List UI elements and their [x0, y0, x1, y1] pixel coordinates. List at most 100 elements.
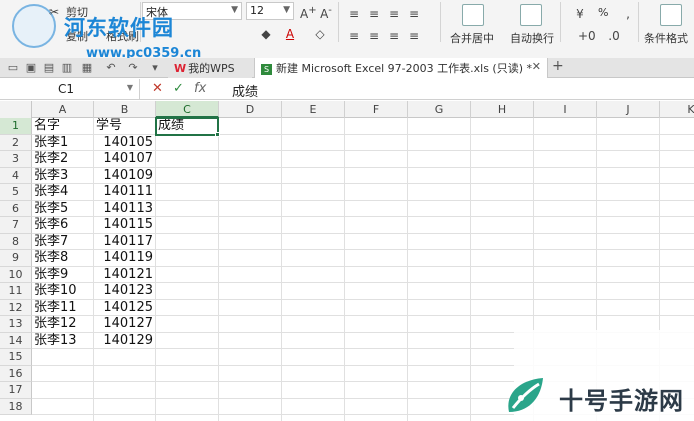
cell-a2[interactable]: 张李1 [34, 135, 91, 151]
export-pdf-icon[interactable]: ▦ [80, 61, 94, 74]
align-right-icon[interactable]: ≡ [386, 28, 402, 44]
row-header-8[interactable]: 8 [0, 233, 32, 250]
font-shrink-icon[interactable]: A- [318, 3, 334, 22]
select-all-corner[interactable] [0, 101, 32, 118]
cell-b3[interactable]: 140107 [96, 151, 153, 167]
row-header-16[interactable]: 16 [0, 365, 32, 382]
customize-toolbar-icon[interactable]: ▾ [148, 61, 162, 74]
new-tab-icon[interactable]: + [552, 58, 564, 74]
indent-icon[interactable]: ≡ [406, 6, 422, 22]
row-header-7[interactable]: 7 [0, 217, 32, 234]
merge-center-icon[interactable] [462, 4, 484, 26]
row-header-1[interactable]: 1 [0, 118, 32, 135]
currency-icon[interactable]: ¥ [572, 6, 588, 22]
column-header-f[interactable]: F [345, 101, 408, 118]
align-top-icon[interactable]: ≡ [346, 6, 362, 22]
align-left-icon[interactable]: ≡ [346, 28, 362, 44]
row-header-5[interactable]: 5 [0, 184, 32, 201]
column-header-i[interactable]: I [534, 101, 597, 118]
cell-b13[interactable]: 140127 [96, 316, 153, 332]
cell-a5[interactable]: 张李4 [34, 184, 91, 200]
cell-a12[interactable]: 张李11 [34, 300, 91, 316]
close-tab-icon[interactable]: ✕ [532, 60, 541, 73]
align-bottom-icon[interactable]: ≡ [386, 6, 402, 22]
column-header-a[interactable]: A [32, 101, 94, 118]
row-header-2[interactable]: 2 [0, 134, 32, 151]
fill-handle[interactable] [215, 131, 220, 137]
decrease-decimal-icon[interactable]: .0 [606, 28, 622, 44]
cell-b9[interactable]: 140119 [96, 250, 153, 266]
save-icon[interactable]: ▣ [24, 61, 38, 74]
cell-a6[interactable]: 张李5 [34, 201, 91, 217]
print-preview-icon[interactable]: ▥ [60, 61, 74, 74]
redo-icon[interactable]: ↷ [126, 61, 140, 74]
cell-b1[interactable]: 学号 [96, 118, 153, 134]
cell-b2[interactable]: 140105 [96, 135, 153, 151]
column-header-g[interactable]: G [408, 101, 471, 118]
row-header-18[interactable]: 18 [0, 398, 32, 415]
increase-decimal-icon[interactable]: +0 [578, 28, 596, 44]
font-size-select[interactable]: 12 ▼ [246, 2, 294, 20]
cell-a10[interactable]: 张李9 [34, 267, 91, 283]
cell-a4[interactable]: 张李3 [34, 168, 91, 184]
tab-my-wps[interactable]: W 我的WPS [168, 58, 252, 78]
cell-a11[interactable]: 张李10 [34, 283, 91, 299]
row-header-9[interactable]: 9 [0, 250, 32, 267]
row-header-3[interactable]: 3 [0, 151, 32, 168]
column-header-j[interactable]: J [597, 101, 660, 118]
row-header-10[interactable]: 10 [0, 266, 32, 283]
column-header-h[interactable]: H [471, 101, 534, 118]
percent-button[interactable]: % [598, 6, 608, 19]
column-header-c[interactable]: C [156, 101, 219, 118]
conditional-format-icon[interactable] [660, 4, 682, 26]
cell-b7[interactable]: 140115 [96, 217, 153, 233]
comma-style-icon[interactable]: , [620, 6, 636, 22]
clear-format-icon[interactable]: ◇ [312, 26, 328, 42]
print-icon[interactable]: ▤ [42, 61, 56, 74]
row-header-12[interactable]: 12 [0, 299, 32, 316]
cell-b6[interactable]: 140113 [96, 201, 153, 217]
cell-b5[interactable]: 140111 [96, 184, 153, 200]
cell-a13[interactable]: 张李12 [34, 316, 91, 332]
cell-a14[interactable]: 张李13 [34, 333, 91, 349]
cell-a7[interactable]: 张李6 [34, 217, 91, 233]
row-header-15[interactable]: 15 [0, 349, 32, 366]
cell-b11[interactable]: 140123 [96, 283, 153, 299]
cell-a9[interactable]: 张李8 [34, 250, 91, 266]
align-middle-icon[interactable]: ≡ [366, 6, 382, 22]
cell-b8[interactable]: 140117 [96, 234, 153, 250]
column-header-d[interactable]: D [219, 101, 282, 118]
cell-b14[interactable]: 140129 [96, 333, 153, 349]
column-header-k[interactable]: K [660, 101, 694, 118]
column-header-e[interactable]: E [282, 101, 345, 118]
row-header-17[interactable]: 17 [0, 382, 32, 399]
row-header-6[interactable]: 6 [0, 200, 32, 217]
undo-icon[interactable]: ↶ [104, 61, 118, 74]
open-folder-icon[interactable]: ▭ [6, 61, 20, 74]
cell-b10[interactable]: 140121 [96, 267, 153, 283]
name-box[interactable]: C1 ▼ [0, 79, 140, 99]
wrap-text-button[interactable]: 自动换行 [510, 30, 554, 46]
row-header-14[interactable]: 14 [0, 332, 32, 349]
font-color-icon[interactable]: A [282, 26, 298, 42]
cancel-icon[interactable]: ✕ [152, 81, 163, 96]
column-header-b[interactable]: B [94, 101, 156, 118]
fill-color-icon[interactable]: ◆ [258, 26, 274, 42]
cell-b12[interactable]: 140125 [96, 300, 153, 316]
wrap-text-icon[interactable] [520, 4, 542, 26]
conditional-format-button[interactable]: 条件格式 [644, 30, 688, 46]
confirm-icon[interactable]: ✓ [173, 81, 184, 96]
cell-b4[interactable]: 140109 [96, 168, 153, 184]
align-center-icon[interactable]: ≡ [366, 28, 382, 44]
row-header-11[interactable]: 11 [0, 283, 32, 300]
font-grow-icon[interactable]: A+ [300, 3, 317, 22]
merge-center-button[interactable]: 合并居中 [450, 30, 494, 46]
formula-input[interactable]: 成绩 [232, 81, 258, 100]
cell-a8[interactable]: 张李7 [34, 234, 91, 250]
insert-function-icon[interactable]: fx [194, 81, 206, 96]
tab-workbook[interactable]: S 新建 Microsoft Excel 97-2003 工作表.xls (只读)… [254, 58, 548, 78]
row-header-4[interactable]: 4 [0, 167, 32, 184]
justify-icon[interactable]: ≡ [406, 28, 422, 44]
row-header-13[interactable]: 13 [0, 316, 32, 333]
cell-a3[interactable]: 张李2 [34, 151, 91, 167]
